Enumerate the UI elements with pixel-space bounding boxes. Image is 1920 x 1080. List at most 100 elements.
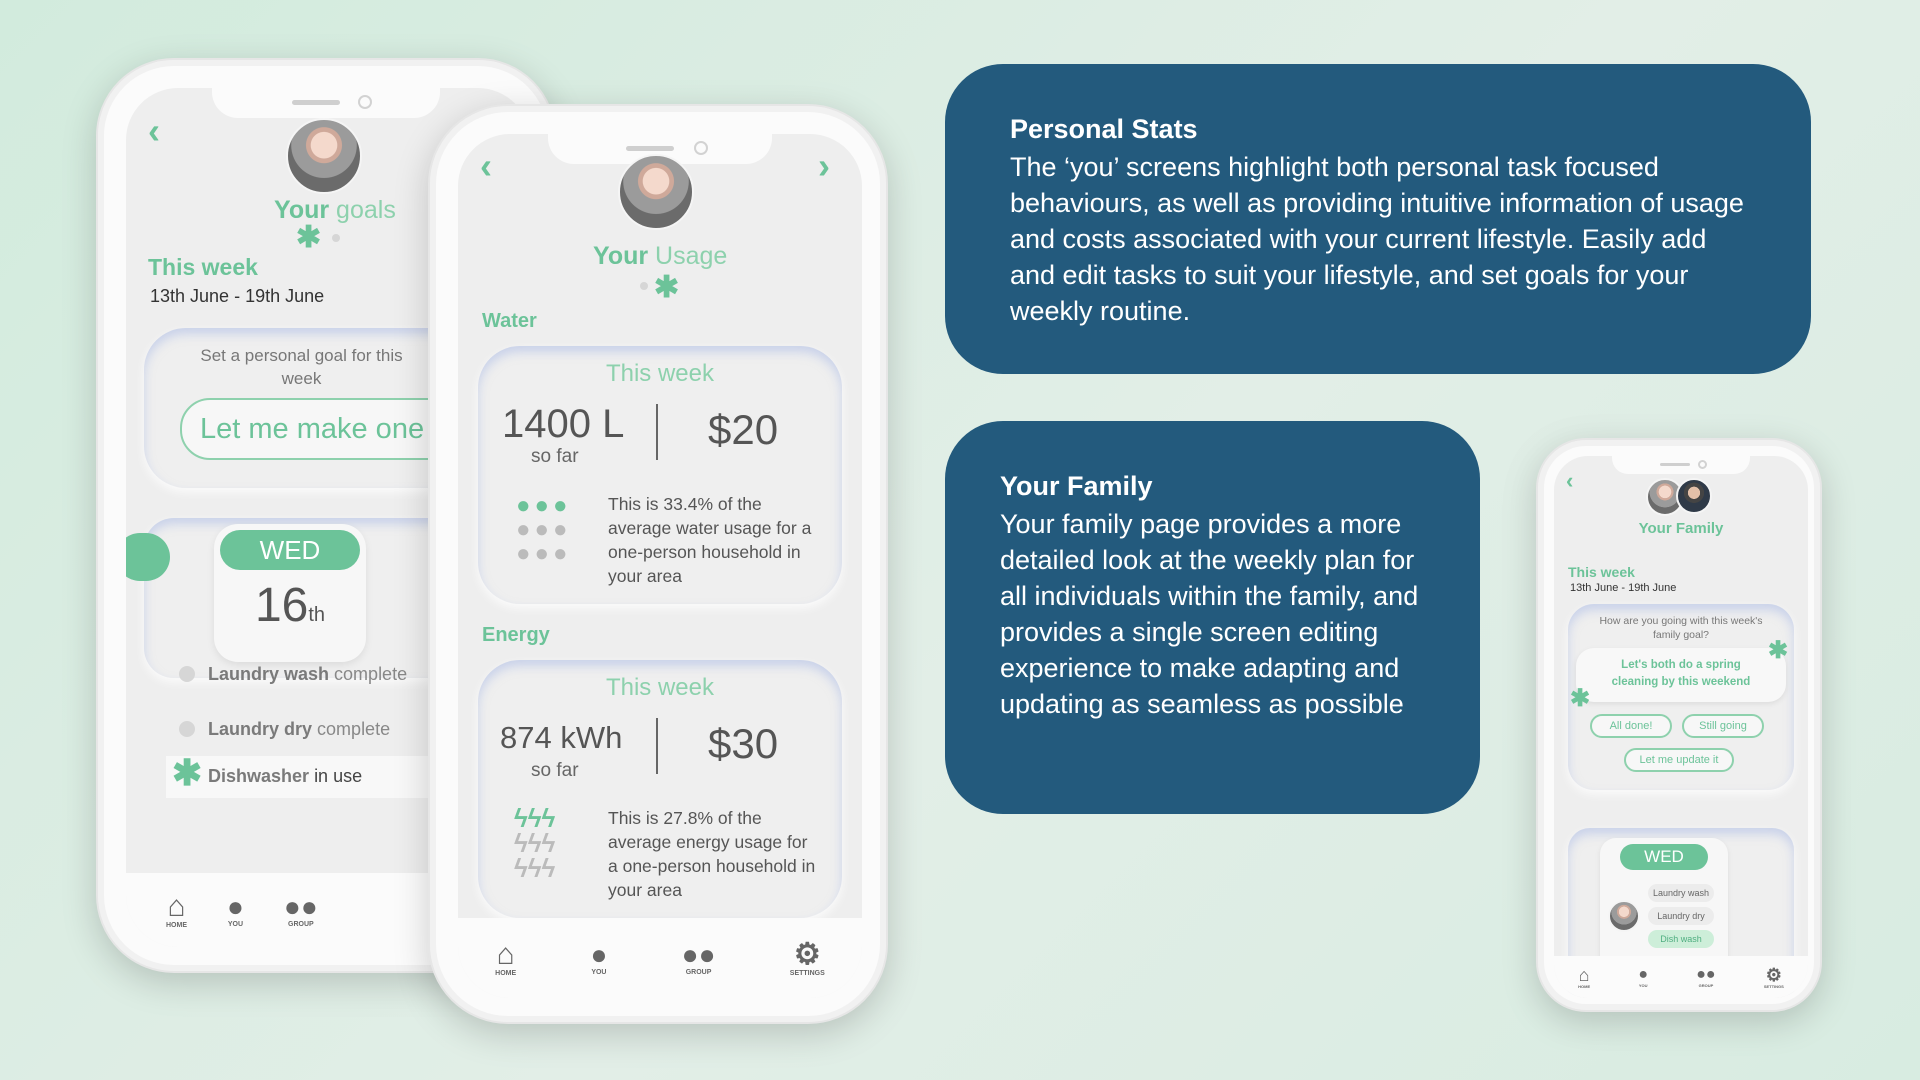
day-label: WED [1620,844,1708,870]
goal-prompt: Set a personal goal for this week [200,346,403,388]
your-family-title: Your Family [1000,471,1153,501]
task-chip[interactable]: Laundry wash [1648,884,1714,902]
page-indicator-dot[interactable] [332,234,340,242]
water-so-far: so far [531,446,579,467]
page-indicator-dot[interactable] [640,282,648,290]
energy-card: This week 874 kWh so far $30 ϟϟϟ ϟϟϟ ϟϟϟ… [478,660,842,918]
bottom-nav: ⌂ HOME ● YOU ●● GROUP ⚙ SETTINGS [1554,956,1808,998]
nav-you[interactable]: ● YOU [227,892,244,928]
nav-label: YOU [227,920,244,928]
task-status: complete [317,719,391,739]
task-item: Laundry wash complete [208,664,407,685]
title-goals: goals [336,196,396,224]
task-chip[interactable]: Dish wash [1648,930,1714,948]
task-status-dot[interactable] [179,721,195,737]
task-name: Laundry dry [208,719,313,739]
update-goal-button[interactable]: Let me update it [1624,748,1734,772]
this-week-label: This week [148,254,258,280]
back-icon[interactable]: ‹ [1566,470,1573,492]
gear-icon: ⚙ [793,937,821,971]
nav-settings[interactable]: ⚙ SETTINGS [789,937,825,977]
nav-label: HOME [495,969,517,977]
energy-bolts-icon: ϟϟϟ ϟϟϟ ϟϟϟ [514,803,556,883]
nav-label: YOU [1638,982,1648,988]
task-status: in use [314,766,363,786]
personal-stats-title: Personal Stats [1010,114,1198,144]
energy-amount: 874 kWh [500,720,623,755]
nav-group[interactable]: ●● GROUP [1696,965,1716,988]
energy-card-title: This week [605,674,715,701]
home-icon: ⌂ [1578,964,1590,985]
back-icon[interactable]: ‹ [148,113,160,149]
all-done-button[interactable]: All done! [1590,714,1672,738]
date-suffix: th [308,604,326,626]
family-goal-box: Let's both do a spring cleaning by this … [1576,648,1786,702]
home-icon: ⌂ [496,937,515,971]
nav-label: GROUP [288,920,314,928]
water-card-title: This week [605,360,715,387]
task-status-dot[interactable] [179,666,195,682]
person-icon: ● [1638,965,1649,983]
usage-screen: ‹ › Your Usage ✱ Water This week 1400 L … [458,134,862,998]
nav-home[interactable]: ⌂ HOME [495,937,517,977]
energy-section-label: Energy [482,624,550,646]
asterisk-icon: ✱ [1570,685,1591,712]
personal-stats-text: The ‘you’ screens highlight both persona… [1010,152,1744,326]
still-going-button[interactable]: Still going [1682,714,1764,738]
date-number: 16 [254,579,309,632]
group-icon: ●● [283,890,318,922]
water-cost: $20 [708,406,779,453]
nav-label: HOME [166,921,187,929]
water-section-label: Water [482,310,537,332]
date-range: 13th June - 19th June [150,286,325,306]
nav-you[interactable]: ● YOU [590,938,608,976]
title-usage: Usage [655,242,728,270]
task-chip[interactable]: Laundry dry [1648,907,1714,925]
water-drops-icon: ●●● ●●● ●●● [516,492,572,567]
forward-icon[interactable]: › [818,148,830,184]
date-range: 13th June - 19th June [1570,582,1677,594]
task-name: Laundry wash [208,664,330,684]
gear-icon: ⚙ [1765,964,1782,985]
avatar [1676,478,1712,514]
nav-label: SETTINGS [1763,983,1784,989]
energy-so-far: so far [531,760,579,781]
nav-settings[interactable]: ⚙ SETTINGS [1764,966,1784,989]
phone-usage: ‹ › Your Usage ✱ Water This week 1400 L … [428,104,888,1024]
task-item: Dishwasher in use [208,766,362,787]
group-icon: ●● [681,938,716,970]
family-title: Your Family [1638,520,1724,537]
energy-cost: $30 [708,720,779,767]
nav-group[interactable]: ●● GROUP [283,890,318,928]
all-done-label: All done! [1609,720,1653,732]
back-icon[interactable]: ‹ [480,148,492,184]
title-your: Your [593,242,649,270]
day-label: WED [220,530,360,570]
your-family-text: Your family page provides a more detaile… [1000,509,1419,719]
person-icon: ● [590,938,608,970]
water-card: This week 1400 L so far $20 ●●● ●●● ●●● … [478,346,842,604]
still-going-label: Still going [1699,720,1747,732]
day-tile[interactable]: WED 16th [214,524,366,662]
phone-family: ‹ Your Family This week 13th June - 19th… [1536,438,1822,1012]
family-screen: ‹ Your Family This week 13th June - 19th… [1554,456,1808,998]
nav-home[interactable]: ⌂ HOME [166,889,187,929]
nav-label: GROUP [1698,982,1714,988]
nav-label: YOU [591,968,607,976]
avatar [618,154,694,230]
nav-home[interactable]: ⌂ HOME [1578,966,1590,989]
this-week-label: This week [1568,564,1635,580]
nav-group[interactable]: ●● GROUP [681,938,716,976]
group-icon: ●● [1696,965,1716,983]
home-icon: ⌂ [167,889,186,923]
task-name: Dishwasher [208,766,310,786]
update-goal-label: Let me update it [1639,754,1719,766]
personal-stats-panel: Personal Stats The ‘you’ screens highlig… [945,64,1811,374]
in-use-icon: ✱ [172,752,203,793]
nav-label: SETTINGS [789,969,825,977]
page-indicator-active-icon: ✱ [296,221,322,254]
goal-question: How are you going with this week's famil… [1599,615,1763,641]
task-item: Laundry dry complete [208,719,390,740]
bottom-nav: ⌂ HOME ● YOU ●● GROUP ⚙ SETTINGS [458,918,862,998]
nav-you[interactable]: ● YOU [1638,965,1649,988]
